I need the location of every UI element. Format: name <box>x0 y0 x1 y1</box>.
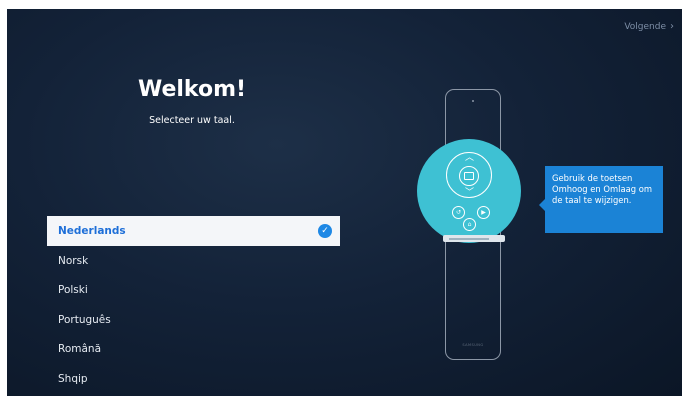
remote-brand-label: SAMSUNG <box>462 343 484 347</box>
language-label: Polski <box>58 284 88 297</box>
tooltip: Gebruik de toetsen Omhoog en Omlaag om d… <box>545 166 663 233</box>
back-icon: ↺ <box>452 206 465 219</box>
language-label: Nederlands <box>58 225 126 237</box>
setup-screen: Volgende › Welkom! Selecteer uw taal. Ne… <box>7 9 682 396</box>
language-label: Português <box>58 313 111 326</box>
language-item[interactable]: Norsk <box>47 246 340 276</box>
language-item[interactable]: Polski <box>47 276 340 306</box>
page-subtitle: Selecteer uw taal. <box>149 115 235 126</box>
language-label: Română <box>58 343 101 356</box>
remote-button-strip <box>443 235 505 242</box>
dpad-select-button <box>459 166 479 186</box>
next-button[interactable]: Volgende › <box>624 21 674 32</box>
language-label: Norsk <box>58 254 89 267</box>
language-label: Shqip <box>58 372 88 385</box>
language-list: Nederlands ✓ Norsk Polski Português Româ… <box>47 216 340 394</box>
remote-led <box>472 100 474 102</box>
home-icon: ⌂ <box>463 218 476 231</box>
page-title: Welkom! <box>137 77 247 102</box>
chevron-right-icon: › <box>670 21 674 32</box>
arrow-up-icon: ︿ <box>465 153 475 163</box>
check-icon: ✓ <box>318 224 332 238</box>
play-pause-icon: ▶ <box>477 206 490 219</box>
language-item[interactable]: Shqip <box>47 364 340 394</box>
language-item[interactable]: Română <box>47 335 340 365</box>
next-label: Volgende <box>624 21 666 32</box>
arrow-down-icon: ﹀ <box>465 188 475 198</box>
language-item[interactable]: Português <box>47 305 340 335</box>
language-item-selected[interactable]: Nederlands ✓ <box>47 216 340 246</box>
